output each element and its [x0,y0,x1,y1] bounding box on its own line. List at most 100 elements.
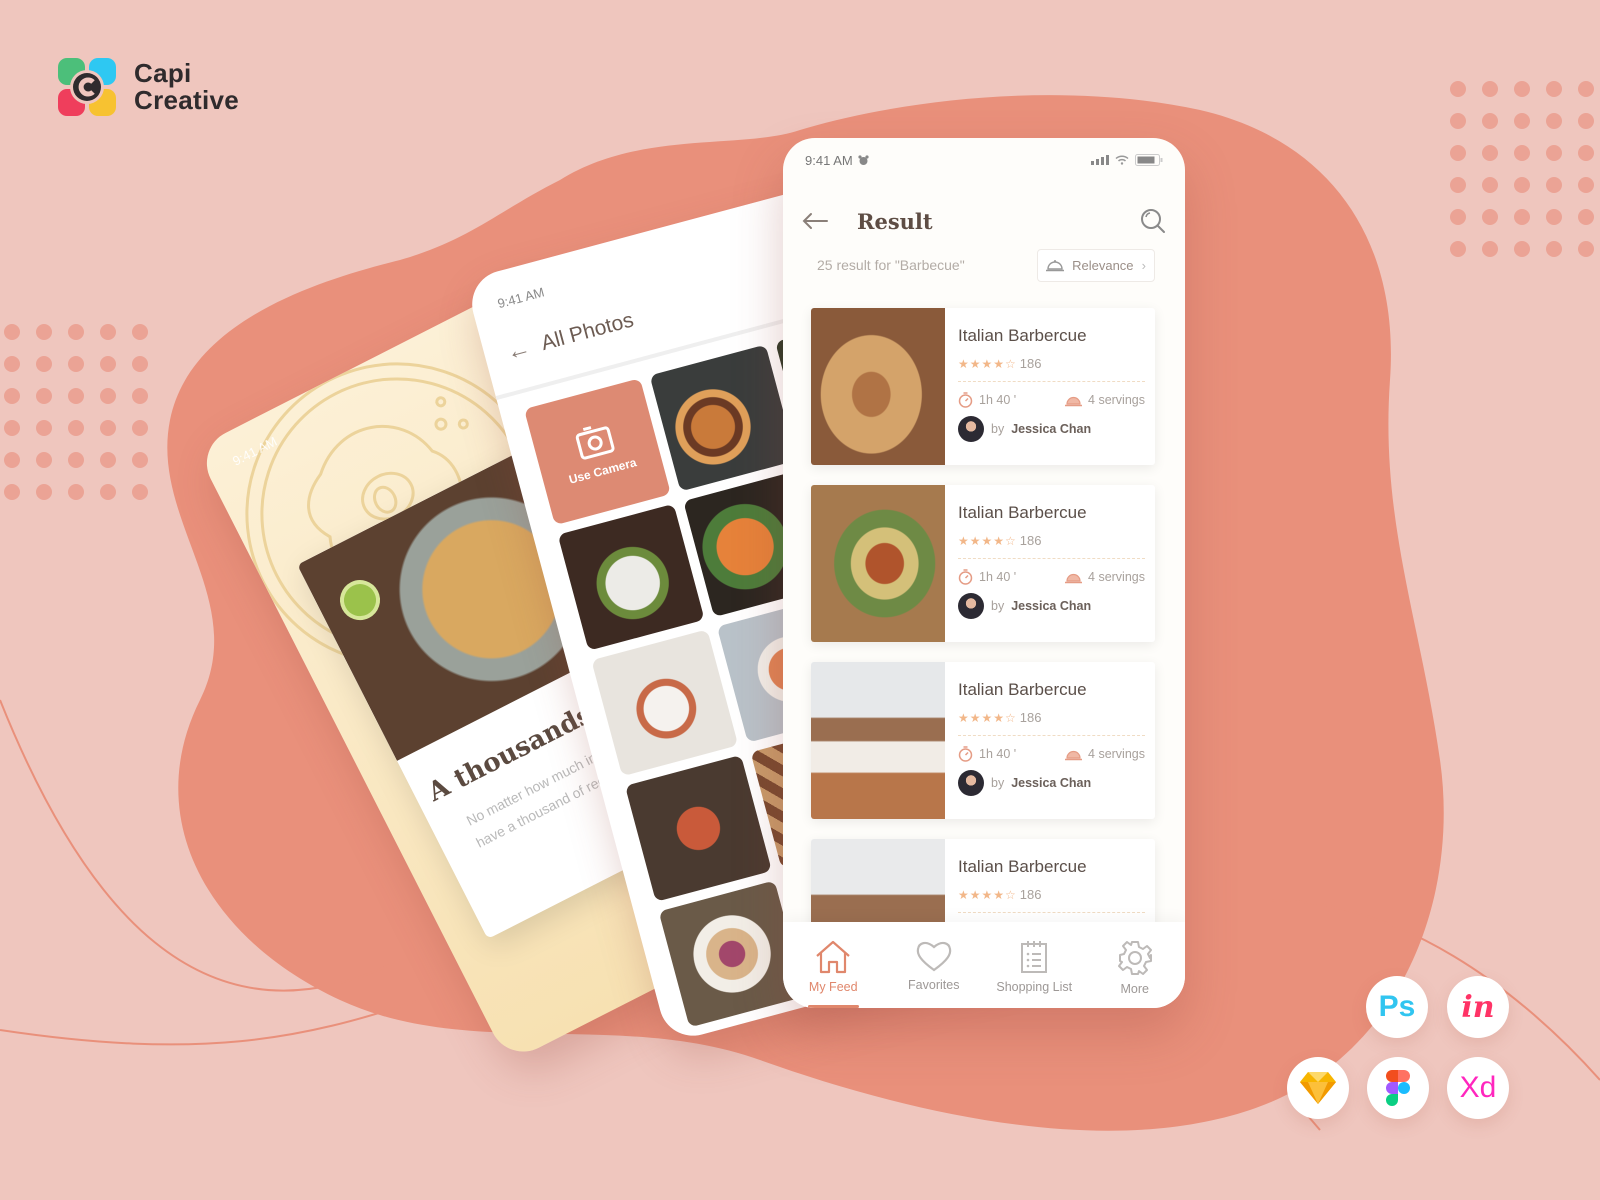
review-count: 186 [1019,887,1042,902]
recipe-card[interactable]: Italian Barbercue ★★★★☆ 186 1h 40 ' 4 se… [811,485,1155,642]
author-name[interactable]: Jessica Chan [1011,599,1091,613]
recipe-title: Italian Barbercue [958,680,1087,699]
dashed-divider [958,735,1145,736]
star-rating-icon: ★★★★☆ [958,533,1017,548]
result-count: 25 result for "Barbecue" [817,257,965,273]
servings-icon [1065,573,1083,583]
alarm-icon [858,154,869,165]
timer-icon [958,392,973,408]
wifi-icon [1115,155,1129,165]
sketch-badge [1287,1057,1349,1119]
review-count: 186 [1019,533,1042,548]
author-avatar [958,593,984,619]
cloche-icon [1046,260,1064,272]
brand-name-line1: Capi [134,58,192,88]
author-prefix: by [991,776,1005,790]
camera-icon [575,426,615,460]
servings: 4 servings [1088,570,1145,584]
status-time: 9:41 AM [805,152,853,168]
cook-time: 1h 40 ' [979,393,1017,407]
brand-name: Capi Creative [134,60,239,114]
timer-icon [958,569,973,585]
photo-thumbnail[interactable] [649,344,797,492]
page-title: Result [857,208,933,234]
invision-badge: in [1447,976,1509,1038]
servings-icon [1065,396,1083,406]
back-arrow-icon [802,213,828,229]
cook-time: 1h 40 ' [979,570,1017,584]
battery-icon [1135,154,1163,166]
back-arrow-icon[interactable]: ← [503,334,533,367]
star-rating-icon: ★★★★☆ [958,710,1017,725]
use-camera-label: Use Camera [567,455,638,487]
recipe-rating: ★★★★☆ 186 [958,356,1145,371]
servings: 4 servings [1088,747,1145,761]
search-icon [1141,209,1165,233]
recipe-card[interactable]: Italian Barbercue ★★★★☆ 186 1h 40 ' 4 se… [811,308,1155,465]
signal-icon [1091,155,1109,165]
author-prefix: by [991,422,1005,436]
photo-thumbnail[interactable] [624,754,772,902]
photo-thumbnail[interactable] [557,503,705,651]
xd-icon: Xd [1459,1071,1497,1104]
dashed-divider [958,558,1145,559]
recipe-photo [811,662,945,819]
recipe-card[interactable]: Italian Barbercue ★★★★☆ 186 1h 40 ' 4 se… [811,662,1155,819]
sort-label: Relevance [1072,257,1134,273]
recipe-photo [811,308,945,465]
servings: 4 servings [1088,393,1145,407]
bottom-tab-bar: My Feed Favorites Shopping List More [783,922,1185,1008]
back-button[interactable] [799,205,831,237]
review-count: 186 [1019,356,1042,371]
tab-my-feed[interactable]: My Feed [783,922,884,1008]
recipe-photo [811,485,945,642]
xd-badge: Xd [1447,1057,1509,1119]
recipe-list[interactable]: Italian Barbercue ★★★★☆ 186 1h 40 ' 4 se… [811,308,1155,1008]
author-name[interactable]: Jessica Chan [1011,776,1091,790]
review-count: 186 [1019,710,1042,725]
recipe-title: Italian Barbercue [958,503,1087,522]
brand-name-line2: Creative [134,85,240,115]
invision-icon: in [1461,989,1495,1025]
photo-thumbnail[interactable] [591,629,739,777]
sketch-icon [1300,1072,1336,1104]
dashed-divider [958,912,1145,913]
status-bar: 9:41 AM [805,152,1163,168]
timer-icon [958,746,973,762]
recipe-title: Italian Barbercue [958,326,1087,345]
dot-grid-right [1450,81,1594,257]
tab-shopping-list[interactable]: Shopping List [984,922,1085,1008]
tab-more[interactable]: More [1085,922,1186,1008]
photoshop-badge: Ps [1366,976,1428,1038]
tab-label: Favorites [908,978,960,992]
dot-grid-left [4,324,148,500]
author-prefix: by [991,599,1005,613]
sort-relevance-button[interactable]: Relevance › [1037,248,1155,282]
status-time: 9:41 AM [495,284,546,312]
figma-icon [1386,1070,1410,1106]
heart-icon [916,941,952,972]
author-avatar [958,416,984,442]
home-icon [816,940,850,974]
recipe-title: Italian Barbercue [958,857,1087,876]
nav-bar: Result [799,204,1169,238]
star-rating-icon: ★★★★☆ [958,356,1017,371]
tab-label: More [1120,982,1149,996]
tab-label: Shopping List [996,980,1073,994]
cook-time: 1h 40 ' [979,747,1017,761]
chevron-right-icon: › [1141,257,1146,273]
gear-icon [1117,941,1152,975]
result-phone: 9:41 AM Result 25 result for "Barbecue" … [783,138,1185,1008]
photos-title: All Photos [538,308,637,356]
photos-header: ← All Photos [503,306,636,367]
tab-favorites[interactable]: Favorites [884,922,985,1008]
recipe-rating: ★★★★☆ 186 [958,710,1145,725]
use-camera-button[interactable]: Use Camera [523,378,671,526]
author-name[interactable]: Jessica Chan [1011,422,1091,436]
recipe-rating: ★★★★☆ 186 [958,533,1145,548]
dashed-divider [958,381,1145,382]
search-button[interactable] [1137,205,1169,237]
author-avatar [958,770,984,796]
brand-logo: Capi Creative [58,58,239,116]
servings-icon [1065,750,1083,760]
